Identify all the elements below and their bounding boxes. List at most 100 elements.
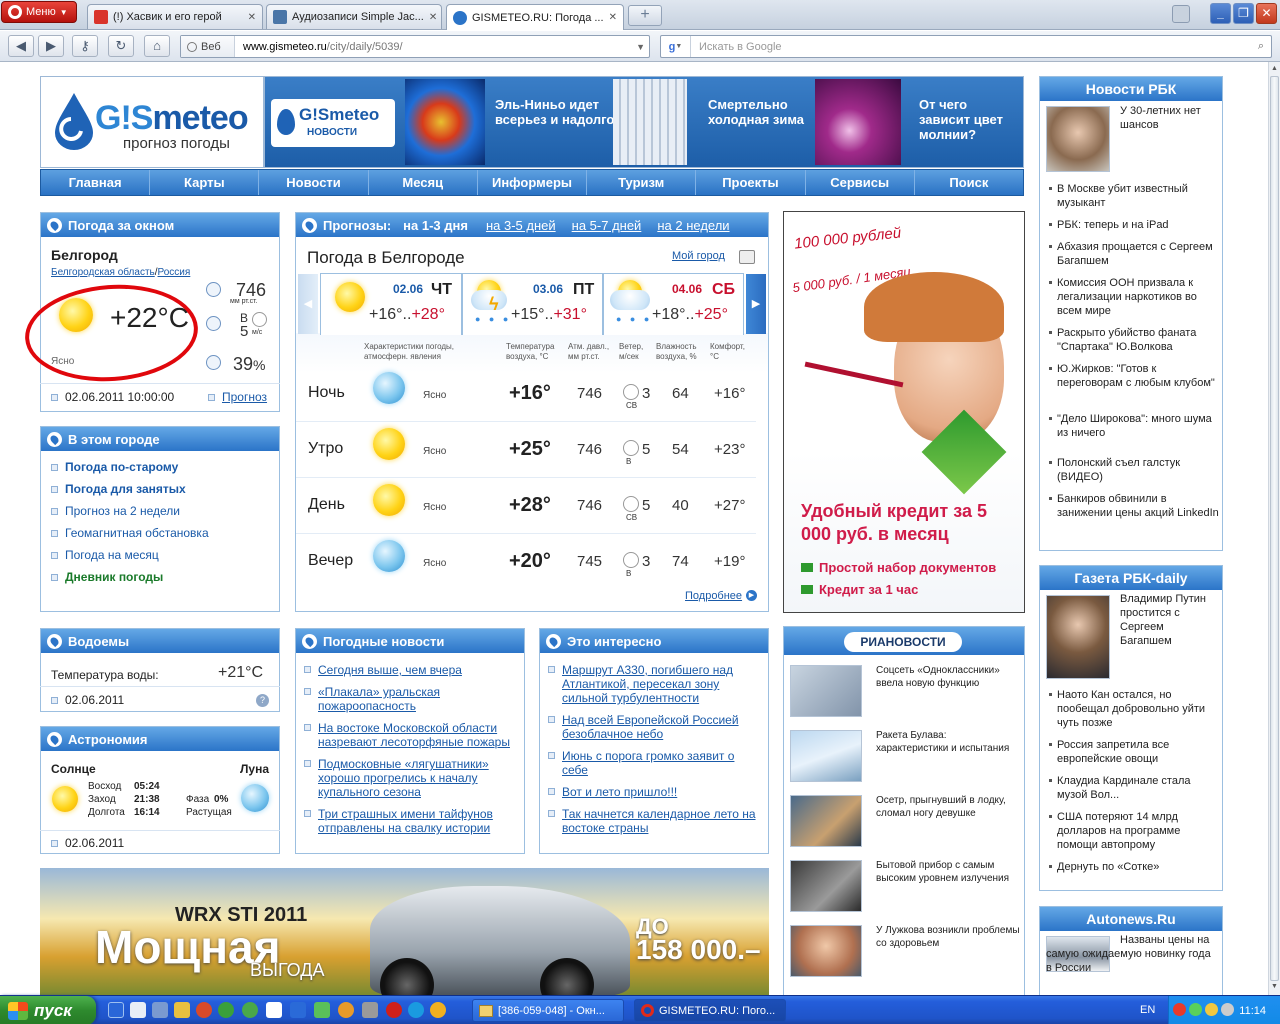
chevron-right-icon[interactable]: ▶ — [746, 590, 757, 601]
ria-thumb-5[interactable] — [790, 925, 862, 977]
tray-app-icon[interactable] — [1173, 1003, 1186, 1016]
trash-icon[interactable] — [1172, 5, 1190, 23]
nav-item-maps[interactable]: Карты — [150, 170, 260, 195]
credit-ad-banner[interactable]: 100 000 рублей 5 000 руб. / 1 месяц Удоб… — [783, 211, 1025, 613]
nav-item-tourism[interactable]: Туризм — [587, 170, 697, 195]
nav-item-news[interactable]: Новости — [259, 170, 369, 195]
minimize-button[interactable]: _ — [1210, 3, 1231, 24]
nav-item-home[interactable]: Главная — [41, 170, 151, 195]
rbk-lead-news[interactable]: У 30-летних нет шансов — [1120, 104, 1218, 132]
reload-button[interactable]: ↻ — [108, 35, 134, 57]
rbk-item-2[interactable]: РБК: теперь и на iPad — [1049, 218, 1219, 232]
interesting-item-3[interactable]: Июнь с порога громко заявит о себе — [548, 749, 760, 777]
city-link-3[interactable]: Прогноз на 2 недели — [51, 504, 180, 518]
city-link-1[interactable]: Погода по-старому — [51, 460, 178, 474]
weather-news-item-5[interactable]: Три страшных имени тайфунов отправлены н… — [304, 807, 514, 835]
scroll-down-icon[interactable]: ▼ — [1269, 981, 1280, 993]
forecast-tab-3-5[interactable]: на 3-5 дней — [486, 218, 556, 233]
nav-item-services[interactable]: Сервисы — [806, 170, 915, 195]
rbk-daily-item-4[interactable]: США потеряют 14 млрд долларов на програм… — [1049, 810, 1219, 852]
tray-volume-icon[interactable] — [1221, 1003, 1234, 1016]
interesting-item-4[interactable]: Вот и лето пришло!!! — [548, 785, 760, 799]
quicklaunch-player-icon[interactable] — [242, 1002, 258, 1018]
new-tab-button[interactable]: + — [628, 5, 662, 26]
scrollbar-thumb[interactable] — [1270, 76, 1279, 981]
tab-2[interactable]: Аудиозаписи Simple Jac... ✕ — [266, 4, 442, 29]
rbk-daily-item-3[interactable]: Клаудиа Кардинале стала музой Вол... — [1049, 774, 1221, 802]
forecast-tab-2-weeks[interactable]: на 2 недели — [657, 218, 729, 233]
help-icon[interactable]: ? — [256, 694, 269, 707]
gismeteo-news-logo[interactable]: G!Smeteo НОВОСТИ — [271, 99, 395, 147]
close-tab-icon[interactable]: ✕ — [429, 12, 437, 23]
quicklaunch-skype-icon[interactable] — [408, 1002, 424, 1018]
thermometer-image[interactable] — [613, 79, 687, 165]
rbk-daily-item-2[interactable]: Россия запретила все европейские овощи — [1049, 738, 1219, 766]
quicklaunch-folder-icon[interactable] — [174, 1002, 190, 1018]
news-banner[interactable]: G!Smeteo НОВОСТИ Эль-Ниньо идет всерьез … — [264, 76, 1024, 168]
home-button[interactable]: ⌂ — [144, 35, 170, 57]
tab-1[interactable]: (!) Хасвик и его герой ✕ — [87, 4, 263, 29]
banner-item-2[interactable]: Смертельно холодная зима — [708, 97, 808, 127]
search-input[interactable]: Искать в Google — [691, 41, 782, 53]
quicklaunch-app-icon[interactable] — [430, 1002, 446, 1018]
interesting-item-1[interactable]: Маршрут А330, погибшего над Атлантикой, … — [548, 663, 760, 705]
quicklaunch-app-icon[interactable] — [314, 1002, 330, 1018]
address-url[interactable]: www.gismeteo.ru/city/daily/5039/ — [235, 41, 403, 53]
ria-thumb-3[interactable] — [790, 795, 862, 847]
forecast-day-3[interactable]: ● ● ● 04.06 СБ +18°..+25° — [603, 273, 744, 335]
quicklaunch-app-icon[interactable] — [338, 1002, 354, 1018]
rbk-daily-lead-news[interactable]: Владимир Путин простится с Сергеем Багап… — [1120, 592, 1218, 648]
rbk-daily-lead-image[interactable] — [1046, 595, 1110, 679]
close-window-button[interactable]: ✕ — [1256, 3, 1277, 24]
rbk-daily-item-5[interactable]: Дернуть по «Сотке» — [1049, 860, 1219, 874]
nav-item-informers[interactable]: Информеры — [478, 170, 588, 195]
forecast-tab-5-7[interactable]: на 5-7 дней — [572, 218, 642, 233]
taskbar-task-2-active[interactable]: GISMETEO.RU: Пого... — [634, 999, 786, 1022]
rbk-item-8[interactable]: Полонский съел галстук (ВИДЕО) — [1049, 456, 1219, 484]
weather-news-item-4[interactable]: Подмосковные «лягушатники» хорошо прогре… — [304, 757, 514, 799]
forecast-link[interactable]: Прогноз — [222, 390, 267, 404]
tray-app-icon[interactable] — [1205, 1003, 1218, 1016]
forward-button[interactable]: ▶ — [38, 35, 64, 57]
car-ad-banner[interactable]: WRX STI 2011 Мощная ВЫГОДА ДО 158 000.– — [40, 868, 769, 995]
city-link-5[interactable]: Погода на месяц — [51, 548, 159, 562]
quicklaunch-opera-icon[interactable] — [386, 1002, 402, 1018]
lightning-image[interactable] — [815, 79, 901, 165]
forecast-day-2[interactable]: ϟ ● ● ● 03.06 ПТ +15°..+31° — [462, 273, 603, 335]
weather-news-item-1[interactable]: Сегодня выше, чем вчера — [304, 663, 514, 677]
nav-item-month[interactable]: Месяц — [369, 170, 478, 195]
wand-key-button[interactable]: ⚷ — [72, 35, 98, 57]
quicklaunch-app-icon[interactable] — [362, 1002, 378, 1018]
search-icon[interactable]: ⌕ — [1251, 40, 1271, 53]
nav-item-projects[interactable]: Проекты — [696, 170, 806, 195]
quicklaunch-app-icon[interactable] — [152, 1002, 168, 1018]
forecast-next-arrow[interactable]: ▶ — [746, 274, 766, 334]
more-details-link[interactable]: Подробнее — [685, 590, 742, 602]
ria-thumb-4[interactable] — [790, 860, 862, 912]
scroll-up-icon[interactable]: ▲ — [1269, 63, 1280, 75]
forecast-tab-1-3[interactable]: на 1-3 дня — [403, 218, 468, 233]
rbk-item-5[interactable]: Раскрыто убийство фаната "Спартака" Ю.Во… — [1049, 326, 1219, 354]
search-box[interactable]: g ▼ Искать в Google ⌕ — [660, 35, 1272, 58]
quicklaunch-app-icon[interactable] — [196, 1002, 212, 1018]
ria-item-1[interactable]: Соцсеть «Одноклассники» ввела новую функ… — [876, 664, 1021, 690]
weather-news-item-2[interactable]: «Плакала» уральская пожароопасность — [304, 685, 514, 713]
clock[interactable]: 11:14 — [1239, 1005, 1266, 1017]
quicklaunch-app-icon[interactable] — [290, 1002, 306, 1018]
banner-item-1[interactable]: Эль-Ниньо идет всерьез и надолго — [495, 97, 615, 127]
close-tab-icon[interactable]: ✕ — [248, 12, 256, 23]
forecast-prev-arrow[interactable]: ◀ — [298, 274, 318, 334]
language-indicator[interactable]: EN — [1140, 1004, 1155, 1016]
quicklaunch-utorrent-icon[interactable] — [218, 1002, 234, 1018]
tab-3-active[interactable]: GISMETEO.RU: Погода ... ✕ — [446, 4, 624, 30]
ria-thumb-2[interactable] — [790, 730, 862, 782]
interesting-item-5[interactable]: Так начнется календарное лето на востоке… — [548, 807, 760, 835]
quicklaunch-desktop-icon[interactable] — [130, 1002, 146, 1018]
country-link[interactable]: Россия — [158, 267, 191, 278]
el-nino-image[interactable] — [405, 79, 485, 165]
opera-menu-button[interactable]: Меню ▼ — [1, 1, 77, 23]
tray-app-icon[interactable] — [1189, 1003, 1202, 1016]
ria-thumb-1[interactable] — [790, 665, 862, 717]
banner-item-3[interactable]: От чего зависит цвет молнии? — [919, 97, 1019, 142]
ria-item-2[interactable]: Ракета Булава: характеристики и испытани… — [876, 729, 1021, 755]
